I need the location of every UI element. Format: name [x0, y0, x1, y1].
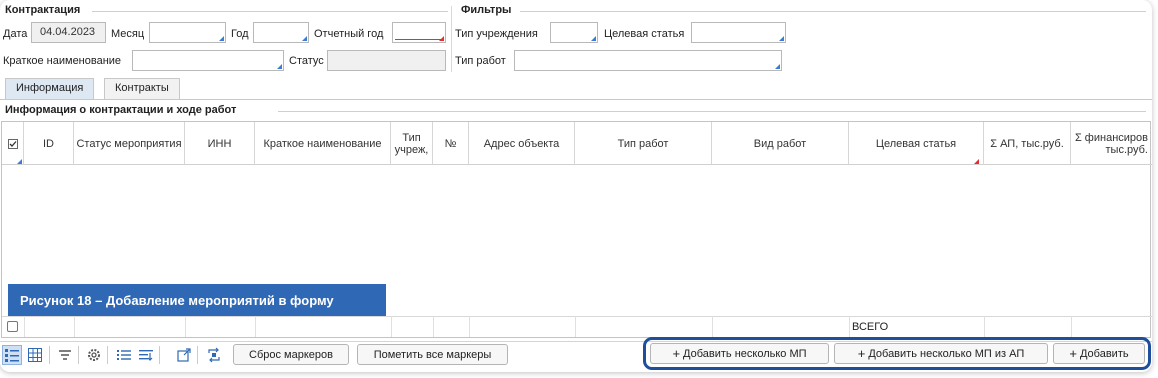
add-label: Добавить	[1079, 347, 1129, 360]
column-header-institution-type[interactable]: Тип учреж,	[391, 122, 433, 165]
column-header-address[interactable]: Адрес объекта	[469, 122, 575, 165]
table-header: ID Статус мероприятия ИНН Краткое наимен…	[2, 122, 1152, 165]
cell-divider	[185, 316, 186, 337]
short-name-label: Краткое наименование	[3, 55, 122, 67]
section-divider	[278, 111, 1146, 112]
toolbar-separator	[159, 346, 160, 364]
status-field[interactable]	[327, 50, 446, 71]
field-corner-marker	[779, 36, 784, 41]
ordered-list-icon[interactable]	[116, 347, 132, 363]
target-article-field[interactable]	[691, 22, 786, 43]
column-header-status[interactable]: Статус мероприятия	[74, 122, 185, 165]
year-field[interactable]	[253, 22, 309, 43]
list-view-icon[interactable]	[4, 347, 20, 363]
column-header-work-type[interactable]: Тип работ	[575, 122, 712, 165]
column-header-id[interactable]: ID	[24, 122, 74, 165]
report-year-label: Отчетный год	[314, 28, 384, 40]
year-label: Год	[231, 28, 249, 40]
form-window: Контрактация Дата 04.04.2023 Месяц Год О…	[0, 0, 1152, 372]
settings-gear-icon[interactable]	[86, 347, 102, 363]
institution-type-label: Тип учреждения	[455, 28, 538, 40]
filters-divider	[520, 11, 1146, 12]
required-corner-marker	[439, 36, 444, 41]
month-label: Месяц	[111, 28, 145, 40]
contracting-info-title: Информация о контрактации и ходе работ	[5, 104, 237, 116]
cell-divider	[575, 316, 576, 337]
cell-divider	[74, 316, 75, 337]
export-icon[interactable]	[176, 347, 192, 363]
cell-divider	[391, 316, 392, 337]
plus-icon: +	[857, 346, 866, 361]
cell-divider	[984, 316, 985, 337]
month-field[interactable]	[149, 22, 226, 43]
report-year-field[interactable]	[392, 22, 446, 43]
plus-icon: +	[672, 346, 681, 361]
column-header-inn[interactable]: ИНН	[185, 122, 255, 165]
work-type-field[interactable]	[514, 50, 782, 71]
column-header-work-kind[interactable]: Вид работ	[712, 122, 849, 165]
tab-contracts[interactable]: Контракты	[104, 78, 180, 99]
plus-icon: +	[1069, 346, 1077, 361]
refresh-icon[interactable]	[206, 347, 222, 363]
date-value: 04.04.2023	[40, 26, 96, 38]
cell-divider	[849, 316, 850, 337]
reset-markers-button[interactable]: Сброс маркеров	[233, 344, 349, 365]
figure-caption: Рисунок 18 – Добавление мероприятий в фо…	[8, 284, 386, 316]
add-several-from-ap-button[interactable]: + Добавить несколько МП из АП	[834, 343, 1048, 364]
toolbar-separator	[107, 346, 108, 364]
total-row: ВСЕГО	[2, 316, 1152, 337]
toolbar-separator	[78, 346, 79, 364]
status-label: Статус	[289, 55, 324, 67]
required-corner-marker	[974, 159, 979, 164]
filters-section-title: Фильтры	[461, 4, 512, 16]
field-corner-marker	[775, 64, 780, 69]
toolbar-separator	[49, 346, 50, 364]
cell-divider	[712, 316, 713, 337]
column-header-short-name[interactable]: Краткое наименование	[255, 122, 391, 165]
total-row-checkbox[interactable]	[7, 321, 18, 332]
mark-all-markers-button[interactable]: Пометить все маркеры	[357, 344, 508, 365]
total-label: ВСЕГО	[852, 321, 889, 333]
column-header-target-article[interactable]: Целевая статья	[849, 122, 984, 165]
date-label: Дата	[3, 28, 28, 40]
grid-view-icon[interactable]	[27, 347, 43, 363]
column-header-ap-sum[interactable]: Σ АП, тыс.руб.	[984, 122, 1071, 165]
field-corner-marker	[219, 36, 224, 41]
date-field[interactable]: 04.04.2023	[31, 22, 106, 43]
cell-divider	[24, 316, 25, 337]
add-several-label: Добавить несколько МП	[683, 347, 807, 360]
field-corner-marker	[591, 36, 596, 41]
cell-divider	[1071, 316, 1072, 337]
add-several-events-button[interactable]: + Добавить несколько МП	[650, 343, 829, 364]
column-corner-marker	[17, 159, 22, 164]
add-several-from-ap-label: Добавить несколько МП из АП	[868, 347, 1025, 360]
toolbar-separator	[197, 346, 198, 364]
cell-divider	[469, 316, 470, 337]
field-corner-marker	[302, 36, 307, 41]
cell-divider	[255, 316, 256, 337]
institution-type-field[interactable]	[550, 22, 598, 43]
filter-icon[interactable]	[57, 347, 73, 363]
column-header-number[interactable]: №	[433, 122, 469, 165]
column-header-financing-sum[interactable]: Σ финансиров тыс.руб.	[1071, 122, 1152, 165]
add-button[interactable]: + Добавить	[1053, 343, 1145, 364]
select-all-checkbox[interactable]	[2, 122, 24, 165]
contracting-section-title: Контрактация	[5, 4, 81, 16]
short-name-field[interactable]	[132, 50, 284, 71]
tab-information[interactable]: Информация	[5, 78, 95, 99]
field-corner-marker	[277, 64, 282, 69]
target-article-label: Целевая статья	[604, 28, 685, 40]
section-separator	[451, 6, 452, 72]
required-underline	[395, 39, 443, 40]
tab-strip-line	[0, 99, 1152, 100]
contracting-divider	[92, 11, 448, 12]
cell-divider	[433, 316, 434, 337]
work-type-label: Тип работ	[455, 55, 506, 67]
column-list-icon[interactable]	[138, 347, 154, 363]
